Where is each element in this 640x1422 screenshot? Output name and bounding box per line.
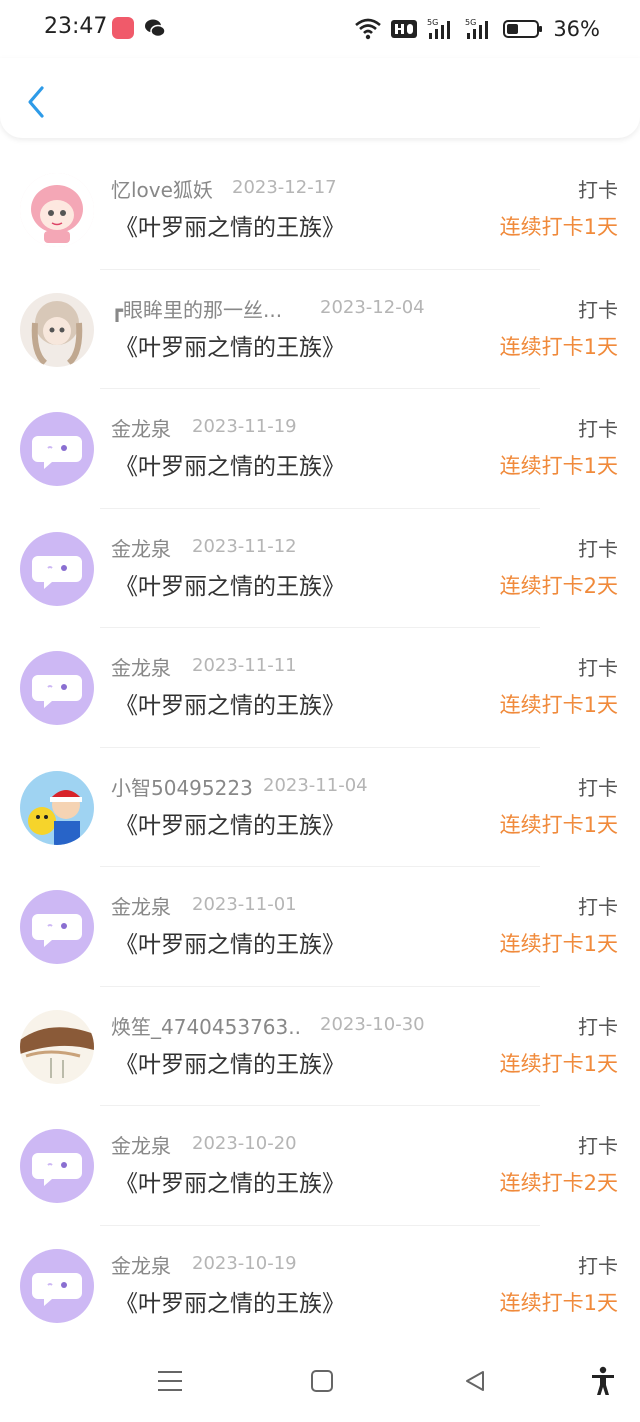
- post-type: 打卡: [578, 536, 618, 561]
- default-avatar-icon[interactable]: [20, 1248, 94, 1323]
- post-type: 打卡: [578, 1014, 618, 1039]
- post-date: 2023-11-01: [192, 894, 297, 915]
- chevron-left-icon: [28, 86, 44, 118]
- streak-label: 连续打卡1天: [499, 1290, 618, 1315]
- status-time: 23:47: [44, 14, 108, 39]
- default-avatar-icon[interactable]: [20, 890, 94, 964]
- book-title[interactable]: 《叶罗丽之情的王族》: [115, 686, 345, 720]
- post-date: 2023-10-30: [320, 1013, 425, 1035]
- username[interactable]: 金龙泉: [111, 533, 171, 562]
- book-title[interactable]: 《叶罗丽之情的王族》: [115, 208, 345, 242]
- menu-icon: [158, 1371, 182, 1391]
- avatar[interactable]: [20, 1009, 94, 1084]
- avatar[interactable]: [20, 173, 94, 247]
- svg-text:5G: 5G: [427, 18, 438, 27]
- system-nav-bar: [0, 1340, 640, 1422]
- post-date: 2023-10-20: [192, 1133, 297, 1154]
- default-avatar-icon[interactable]: [20, 651, 94, 725]
- post-type: 打卡: [578, 775, 618, 800]
- post-type: 打卡: [578, 178, 618, 202]
- back-button[interactable]: [18, 80, 54, 124]
- hd-voice-icon: [391, 19, 418, 39]
- streak-label: 连续打卡1天: [499, 334, 618, 359]
- username[interactable]: 小智50495223: [111, 772, 253, 801]
- post-type: 打卡: [578, 895, 618, 919]
- home-button[interactable]: [307, 1366, 337, 1396]
- list-item[interactable]: 金龙泉 2023-11-19 《叶罗丽之情的王族》 打卡 连续打卡1天: [0, 389, 640, 509]
- list-item[interactable]: ┏眼眸里的那一丝... 2023-12-04 《叶罗丽之情的王族》 打卡 连续打…: [0, 270, 640, 390]
- battery-icon: [503, 19, 543, 39]
- checkin-list: 忆love狐妖 2023-12-17 《叶罗丽之情的王族》 打卡 连续打卡1天 …: [0, 150, 640, 1345]
- post-type: 打卡: [578, 297, 618, 322]
- menu-button[interactable]: [155, 1366, 185, 1396]
- book-title[interactable]: 《叶罗丽之情的王族》: [115, 328, 345, 362]
- accessibility-button[interactable]: [588, 1366, 618, 1396]
- list-item[interactable]: 金龙泉 2023-11-01 《叶罗丽之情的王族》 打卡 连续打卡1天: [0, 867, 640, 987]
- username[interactable]: ┏眼眸里的那一丝...: [111, 294, 282, 323]
- streak-label: 连续打卡2天: [499, 1171, 618, 1195]
- username[interactable]: 焕笙_4740453763...: [111, 1011, 301, 1040]
- book-title[interactable]: 《叶罗丽之情的王族》: [115, 1164, 345, 1198]
- streak-label: 连续打卡1天: [499, 932, 618, 956]
- default-avatar-icon[interactable]: [20, 412, 94, 486]
- streak-label: 连续打卡1天: [499, 812, 618, 837]
- post-date: 2023-11-12: [192, 535, 297, 557]
- username[interactable]: 金龙泉: [111, 652, 171, 681]
- list-item[interactable]: 金龙泉 2023-11-11 《叶罗丽之情的王族》 打卡 连续打卡1天: [0, 628, 640, 748]
- list-item[interactable]: 小智50495223 2023-11-04 《叶罗丽之情的王族》 打卡 连续打卡…: [0, 748, 640, 868]
- username[interactable]: 金龙泉: [111, 891, 171, 920]
- post-type: 打卡: [578, 417, 618, 441]
- list-item[interactable]: 金龙泉 2023-11-12 《叶罗丽之情的王族》 打卡 连续打卡2天: [0, 509, 640, 629]
- wifi-icon: [355, 18, 382, 40]
- streak-label: 连续打卡1天: [499, 1051, 618, 1076]
- accessibility-icon: [592, 1366, 614, 1395]
- svg-text:5G: 5G: [465, 18, 476, 27]
- post-date: 2023-11-11: [192, 655, 297, 676]
- post-date: 2023-12-04: [320, 296, 425, 318]
- streak-label: 连续打卡2天: [499, 573, 618, 598]
- signal-5g-icon-1: 5G: [427, 17, 455, 41]
- square-home-icon: [311, 1370, 333, 1392]
- book-title[interactable]: 《叶罗丽之情的王族》: [115, 447, 345, 481]
- wechat-icon: [144, 17, 166, 39]
- streak-label: 连续打卡1天: [499, 454, 618, 478]
- post-date: 2023-11-19: [192, 416, 297, 437]
- username[interactable]: 金龙泉: [111, 1130, 171, 1159]
- app-notification-icon: [112, 17, 134, 39]
- list-item[interactable]: 金龙泉 2023-10-19 《叶罗丽之情的王族》 打卡 连续打卡1天: [0, 1226, 640, 1346]
- list-item[interactable]: 忆love狐妖 2023-12-17 《叶罗丽之情的王族》 打卡 连续打卡1天: [0, 150, 640, 270]
- avatar[interactable]: [20, 292, 94, 367]
- post-date: 2023-12-17: [232, 177, 337, 198]
- default-avatar-icon[interactable]: [20, 531, 94, 606]
- streak-label: 连续打卡1天: [499, 215, 618, 239]
- book-title[interactable]: 《叶罗丽之情的王族》: [115, 1284, 345, 1318]
- book-title[interactable]: 《叶罗丽之情的王族》: [115, 1045, 345, 1079]
- list-item[interactable]: 焕笙_4740453763... 2023-10-30 《叶罗丽之情的王族》 打…: [0, 987, 640, 1107]
- username[interactable]: 金龙泉: [111, 413, 171, 442]
- signal-5g-icon-2: 5G: [465, 17, 493, 41]
- triangle-back-icon: [466, 1371, 484, 1391]
- book-title[interactable]: 《叶罗丽之情的王族》: [115, 925, 345, 959]
- streak-label: 连续打卡1天: [499, 693, 618, 717]
- book-title[interactable]: 《叶罗丽之情的王族》: [115, 806, 345, 840]
- book-title[interactable]: 《叶罗丽之情的王族》: [115, 567, 345, 601]
- username[interactable]: 忆love狐妖: [111, 174, 213, 203]
- header: [0, 58, 640, 138]
- list-item[interactable]: 金龙泉 2023-10-20 《叶罗丽之情的王族》 打卡 连续打卡2天: [0, 1106, 640, 1226]
- post-date: 2023-10-19: [192, 1252, 297, 1274]
- post-date: 2023-11-04: [263, 774, 368, 796]
- avatar[interactable]: [20, 770, 94, 845]
- post-type: 打卡: [578, 656, 618, 680]
- default-avatar-icon[interactable]: [20, 1129, 94, 1203]
- post-type: 打卡: [578, 1134, 618, 1158]
- back-nav-button[interactable]: [460, 1366, 490, 1396]
- battery-percent: 36%: [553, 17, 600, 41]
- username[interactable]: 金龙泉: [111, 1250, 171, 1279]
- post-type: 打卡: [578, 1253, 618, 1278]
- status-bar: 23:47 5G 5G 36%: [0, 0, 640, 58]
